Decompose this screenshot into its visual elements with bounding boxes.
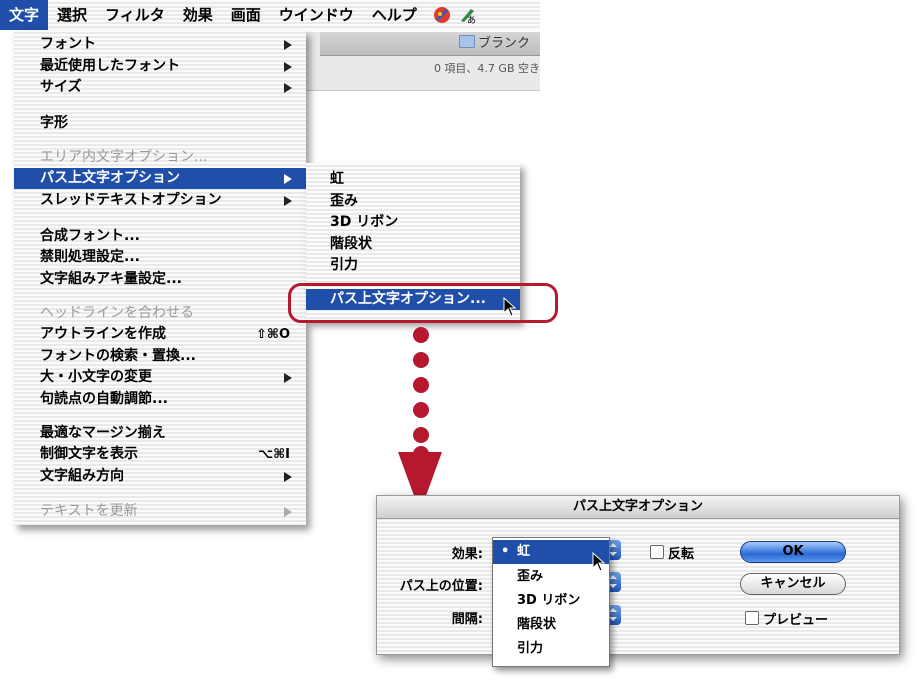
effect-option-gravity[interactable]: 引力 [493, 637, 609, 661]
dot-marker [413, 327, 429, 343]
menu-item-threaded-text-options[interactable]: スレッドテキストオプション [14, 190, 306, 211]
menu-item-recent-fonts[interactable]: 最近使用したフォント [14, 56, 306, 77]
menu-item-show-hidden-chars[interactable]: 制御文字を表示 ⌥⌘I [14, 444, 306, 465]
effect-option-stair-step[interactable]: 階段状 [493, 613, 609, 637]
shortcut-label: ⇧⌘O [255, 327, 290, 342]
dot-marker [413, 377, 429, 393]
submenu-item-skew[interactable]: 歪み [306, 191, 520, 212]
dot-marker [413, 352, 429, 368]
folder-icon [458, 35, 475, 48]
menu-filter[interactable]: フィルタ [96, 0, 174, 30]
menu-item-size[interactable]: サイズ [14, 77, 306, 98]
menu-view[interactable]: 画面 [222, 0, 270, 30]
menu-item-composite-fonts[interactable]: 合成フォント... [14, 226, 306, 247]
dialog-title: パス上文字オプション [377, 496, 899, 519]
mouse-cursor-icon [592, 552, 606, 572]
position-label: パス上の位置: [399, 579, 483, 594]
dot-marker [413, 427, 429, 443]
finder-title: ブランク [477, 36, 530, 51]
submenu-arrow-icon [284, 62, 292, 72]
spacing-label: 間隔: [451, 612, 483, 627]
menu-item-smart-punctuation[interactable]: 句読点の自動調節... [14, 389, 306, 410]
submenu-item-stair-step[interactable]: 階段状 [306, 234, 520, 255]
submenu-arrow-icon [284, 373, 292, 383]
submenu-arrow-icon [284, 196, 292, 206]
submenu-item-gravity[interactable]: 引力 [306, 255, 520, 276]
menu-item-optical-margin[interactable]: 最適なマージン揃え [14, 423, 306, 444]
submenu-arrow-icon [284, 507, 292, 517]
shortcut-label: ⌥⌘I [258, 447, 290, 462]
effect-label: 効果: [451, 547, 483, 562]
menu-item-fit-headline: ヘッドラインを合わせる [40, 305, 194, 321]
menu-bar: 文字 選択 フィルタ 効果 画面 ウインドウ ヘルプ あ [0, 0, 540, 30]
menu-item-update-text: テキストを更新 [14, 501, 306, 522]
menu-item-mojikumi-settings[interactable]: 文字組みアキ量設定... [14, 269, 306, 290]
submenu-arrow-icon [284, 472, 292, 482]
svg-text:あ: あ [467, 15, 476, 25]
menu-item-area-type-options: エリア内文字オプション... [40, 149, 208, 165]
menu-help[interactable]: ヘルプ [363, 0, 426, 30]
preview-label: プレビュー [763, 613, 829, 628]
flip-label: 反転 [668, 547, 695, 562]
highlight-ring [288, 283, 558, 323]
input-method-icon[interactable]: あ [458, 5, 478, 25]
menu-item-font[interactable]: フォント [14, 34, 306, 55]
app-switcher-icon[interactable] [432, 5, 452, 25]
menu-item-create-outlines[interactable]: アウトラインを作成 ⇧⌘O [14, 324, 306, 345]
preview-checkbox[interactable] [745, 611, 759, 625]
menu-item-find-font[interactable]: フォントの検索・置換... [14, 346, 306, 367]
menu-item-change-case[interactable]: 大・小文字の変更 [14, 367, 306, 388]
submenu-arrow-icon [284, 83, 292, 93]
menu-item-glyphs[interactable]: 字形 [14, 113, 306, 134]
cancel-button[interactable]: キャンセル [740, 573, 846, 595]
dot-marker [413, 402, 429, 418]
menu-window[interactable]: ウインドウ [270, 0, 363, 30]
menu-item-kinsoku-settings[interactable]: 禁則処理設定... [14, 247, 306, 268]
finder-window: ブランク 0 項目、4.7 GB 空き [300, 32, 540, 91]
menu-effect[interactable]: 効果 [174, 0, 222, 30]
text-menu: フォント 最近使用したフォント サイズ 字形 エリア内文字オプション... パス… [14, 30, 306, 525]
menu-item-text-orientation[interactable]: 文字組み方向 [14, 466, 306, 487]
finder-status: 0 項目、4.7 GB 空き [433, 62, 540, 75]
flip-checkbox[interactable] [650, 545, 664, 559]
effect-option-3d-ribbon[interactable]: 3D リボン [493, 589, 609, 613]
submenu-arrow-icon [284, 174, 292, 184]
menu-item-type-on-path-options[interactable]: パス上文字オプション [14, 168, 306, 189]
submenu-arrow-icon [284, 40, 292, 50]
menu-select[interactable]: 選択 [48, 0, 96, 30]
finder-title-bar: ブランク [320, 32, 540, 56]
submenu-item-3d-ribbon[interactable]: 3D リボン [306, 212, 520, 233]
selected-bullet: • [501, 544, 510, 559]
menu-text[interactable]: 文字 [0, 0, 49, 30]
submenu-item-rainbow[interactable]: 虹 [306, 169, 520, 190]
ok-button[interactable]: OK [740, 541, 846, 563]
